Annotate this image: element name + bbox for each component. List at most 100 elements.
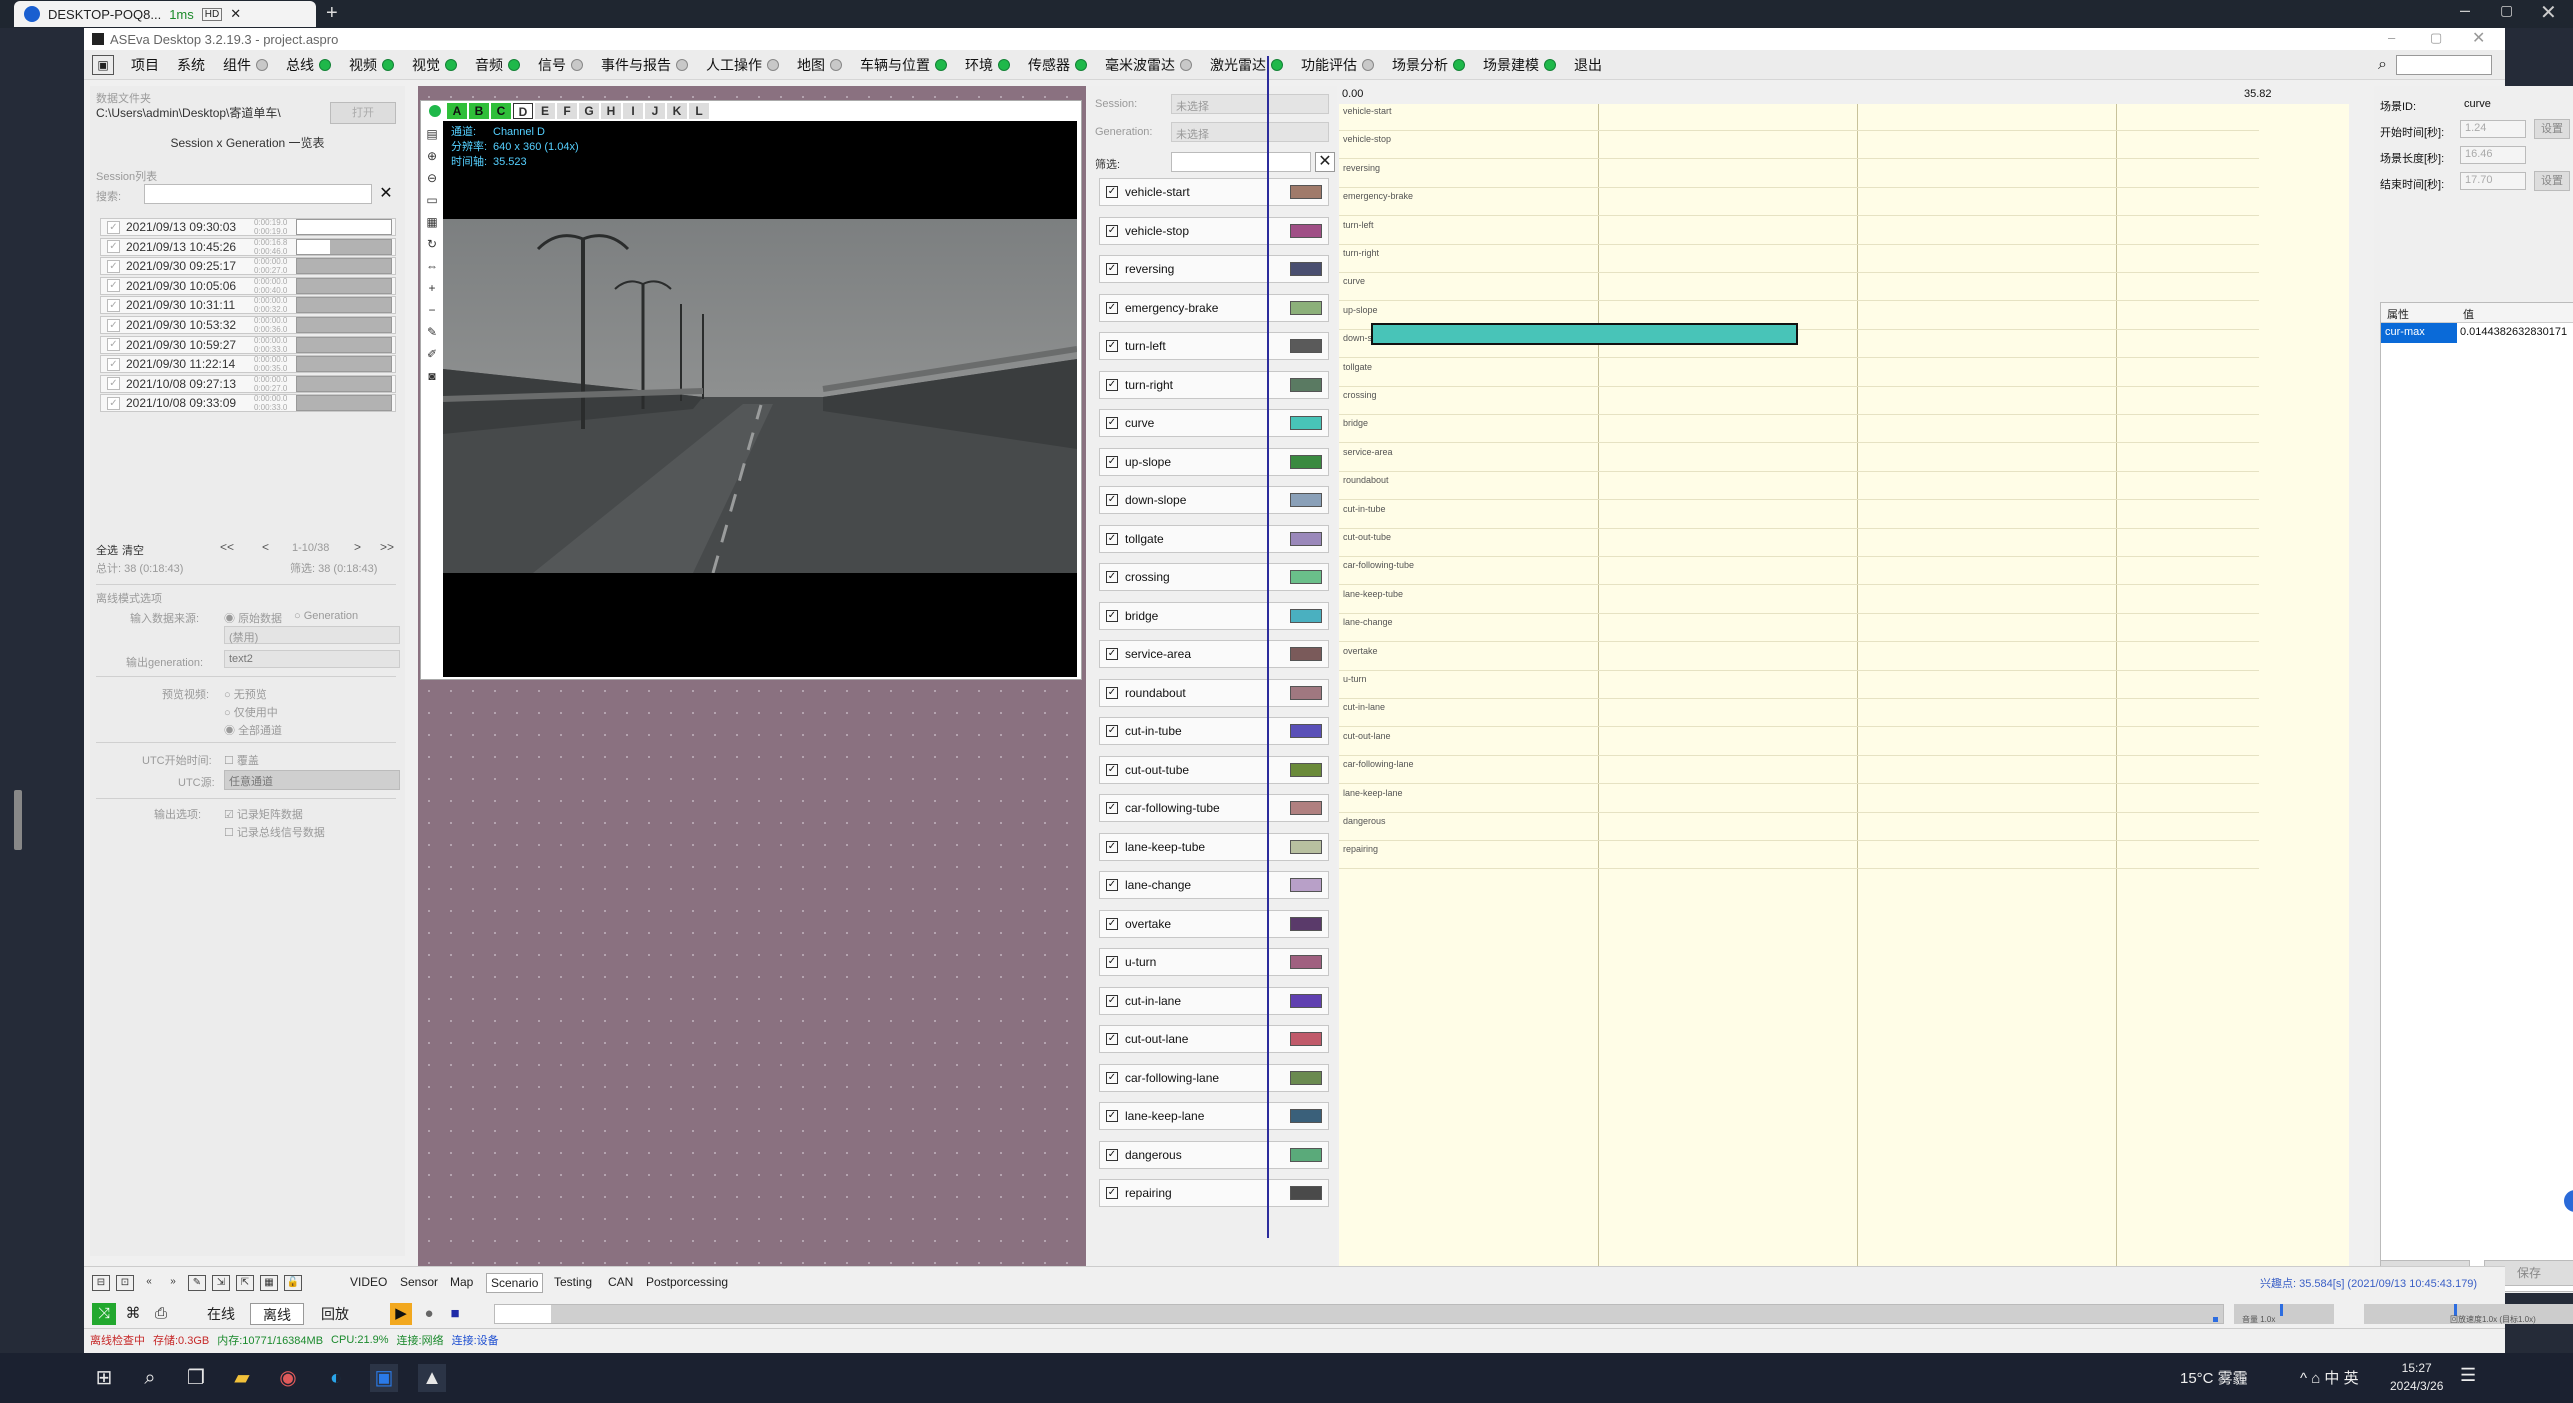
weather-widget[interactable]: 15°C 雾霾 [2180, 1367, 2248, 1388]
tag-row[interactable]: ✓ car-following-tube [1099, 794, 1329, 822]
export-icon[interactable]: ⇲ [212, 1275, 230, 1291]
tag-row[interactable]: ✓ up-slope [1099, 447, 1329, 476]
channel-tab[interactable]: B [469, 103, 489, 119]
input-generation-radio[interactable]: ○ Generation [294, 610, 358, 622]
set-end-button[interactable]: 设置 [2534, 171, 2570, 191]
tag-checkbox[interactable]: ✓ [1106, 571, 1118, 583]
edit-icon[interactable]: ✎ [188, 1275, 206, 1291]
shuffle-button[interactable]: ⤨ [92, 1303, 116, 1325]
clear-selection-button[interactable]: 清空 [122, 542, 144, 558]
app-icon-1[interactable]: ◉ [274, 1364, 302, 1392]
session-row[interactable]: ✓ 2021/09/30 11:22:14 0:00:00.0 0:00:35.0 [100, 355, 396, 374]
pen-icon[interactable]: ✎ [424, 325, 440, 341]
tag-color-swatch[interactable] [1290, 724, 1322, 738]
menu-item[interactable]: 视觉 [403, 55, 466, 75]
menu-item[interactable]: 总线 [277, 55, 340, 75]
channel-tab[interactable]: C [491, 103, 511, 119]
bottom-tab[interactable]: Sensor [396, 1273, 442, 1291]
tag-color-swatch[interactable] [1290, 454, 1322, 469]
tag-row[interactable]: ✓ emergency-brake [1099, 293, 1329, 322]
tag-color-swatch[interactable] [1290, 955, 1322, 969]
input-raw-radio[interactable]: ◉ 原始数据 [224, 610, 282, 626]
tag-checkbox[interactable]: ✓ [1106, 917, 1118, 930]
session-checkbox[interactable]: ✓ [107, 338, 120, 352]
menu-item[interactable]: 场景分析 [1383, 55, 1474, 75]
menu-item[interactable]: 退出 [1565, 55, 1611, 75]
tag-row[interactable]: ✓ roundabout [1099, 678, 1329, 707]
tag-checkbox[interactable]: ✓ [1106, 725, 1118, 737]
mode-online-button[interactable]: 在线 [196, 1303, 246, 1325]
session-checkbox[interactable]: ✓ [107, 377, 120, 391]
tag-checkbox[interactable]: ✓ [1106, 263, 1118, 275]
end-time-input[interactable]: 17.70 [2460, 172, 2526, 190]
play-button[interactable]: ▶ [390, 1303, 412, 1325]
tag-row[interactable]: ✓ crossing [1099, 563, 1329, 591]
rewind-icon[interactable]: « [140, 1275, 158, 1291]
bottom-tab[interactable]: Map [446, 1273, 477, 1291]
new-tab-button[interactable]: + [326, 2, 338, 25]
tag-row[interactable]: ✓ down-slope [1099, 486, 1329, 514]
tag-checkbox[interactable]: ✓ [1106, 378, 1118, 391]
channel-tab[interactable]: F [557, 103, 577, 119]
fit-icon[interactable]: ▭ [424, 193, 440, 209]
input-generation-select[interactable]: (禁用) [224, 626, 400, 644]
utc-source-select[interactable]: 任意通道 [224, 770, 400, 790]
menu-item[interactable]: 组件 [214, 55, 277, 75]
tag-row[interactable]: ✓ bridge [1099, 601, 1329, 630]
tag-checkbox[interactable]: ✓ [1106, 224, 1118, 237]
menu-item[interactable]: 项目 [122, 55, 168, 75]
tag-color-swatch[interactable] [1290, 1032, 1322, 1046]
tag-color-swatch[interactable] [1290, 1147, 1322, 1162]
speed-slider[interactable]: 回放速度1.0x (目标1.0x) [2364, 1304, 2573, 1324]
tag-color-swatch[interactable] [1290, 300, 1322, 315]
channel-tab[interactable]: G [579, 103, 599, 119]
app-close-button[interactable]: ✕ [2472, 28, 2485, 48]
session-row[interactable]: ✓ 2021/09/30 10:59:27 0:00:00.0 0:00:33.0 [100, 335, 396, 354]
tag-checkbox[interactable]: ✓ [1106, 840, 1118, 853]
tag-row[interactable]: ✓ car-following-lane [1099, 1063, 1329, 1092]
tag-color-swatch[interactable] [1290, 262, 1322, 276]
tag-checkbox[interactable]: ✓ [1106, 1110, 1118, 1122]
tag-color-swatch[interactable] [1290, 1070, 1322, 1085]
zoom-out-icon[interactable]: ⊖ [424, 171, 440, 187]
start-icon[interactable]: ⊞ [90, 1364, 118, 1392]
volume-slider[interactable]: 音量 1.0x [2234, 1304, 2334, 1324]
menu-item[interactable]: 场景建模 [1474, 55, 1565, 75]
record-button[interactable]: ● [418, 1303, 440, 1325]
task-view-icon[interactable]: ❐ [182, 1364, 210, 1392]
first-page-button[interactable]: << [220, 540, 234, 554]
layout-icon[interactable]: ▦ [424, 215, 440, 231]
clear-filter-icon[interactable]: ✕ [1315, 152, 1335, 172]
session-row[interactable]: ✓ 2021/09/30 10:05:06 0:00:00.0 0:00:40.0 [100, 276, 396, 295]
menu-item[interactable]: 地图 [788, 55, 851, 75]
session-row[interactable]: ✓ 2021/09/13 09:30:03 0:00:19.0 0:00:19.0 [100, 218, 396, 236]
menu-item[interactable]: 激光雷达 [1201, 55, 1292, 75]
tag-color-swatch[interactable] [1290, 685, 1322, 700]
bottom-tab[interactable]: CAN [604, 1273, 637, 1291]
preview-none-radio[interactable]: ○ 无预览 [224, 686, 267, 702]
menu-item[interactable]: 信号 [529, 55, 592, 75]
session-row[interactable]: ✓ 2021/10/08 09:27:13 0:00:00.0 0:00:27.0 [100, 374, 396, 393]
import-icon[interactable]: ⇱ [236, 1275, 254, 1291]
record-bus-checkbox[interactable]: ☐ 记录总线信号数据 [224, 824, 325, 840]
mode-offline-button[interactable]: 离线 [250, 1303, 304, 1325]
prev-page-button[interactable]: < [262, 540, 269, 554]
menu-item[interactable]: 车辆与位置 [851, 55, 956, 75]
channel-tab[interactable]: I [623, 103, 643, 119]
tag-checkbox[interactable]: ✓ [1106, 994, 1118, 1007]
sync-button[interactable]: ⌘ [122, 1303, 144, 1325]
session-row[interactable]: ✓ 2021/09/13 10:45:26 0:00:16.8 0:00:46.0 [100, 237, 396, 256]
open-folder-button[interactable]: 打开 [330, 102, 396, 124]
session-checkbox[interactable]: ✓ [107, 318, 120, 332]
tag-row[interactable]: ✓ repairing [1099, 1179, 1329, 1207]
tag-color-swatch[interactable] [1290, 916, 1322, 931]
start-time-input[interactable]: 1.24 [2460, 120, 2526, 138]
first-frame-icon[interactable]: ⊟ [92, 1275, 110, 1291]
stretch-icon[interactable]: ⇔ [424, 259, 440, 275]
plus-icon[interactable]: + [424, 281, 440, 297]
record-matrix-checkbox[interactable]: ☑ 记录矩阵数据 [224, 806, 303, 822]
tag-row[interactable]: ✓ turn-right [1099, 370, 1329, 399]
bottom-tab[interactable]: VIDEO [346, 1273, 391, 1291]
tag-row[interactable]: ✓ turn-left [1099, 332, 1329, 360]
minus-icon[interactable]: − [424, 303, 440, 319]
